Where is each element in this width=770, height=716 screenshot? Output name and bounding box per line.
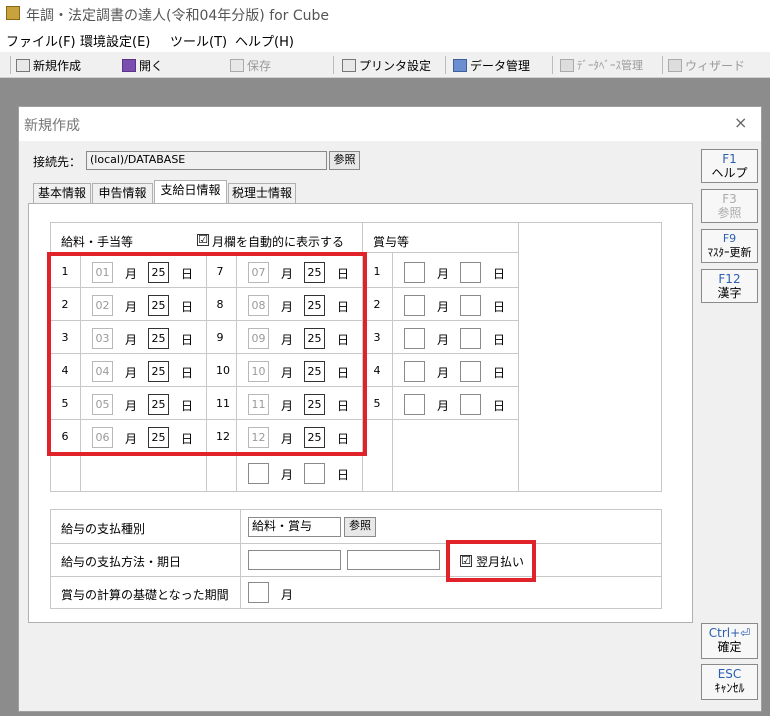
bonus-period-label: 賞与の計算の基礎となった期間 [61, 588, 229, 602]
window-title: 年調・法定調書の達人(令和04年分版) for Cube [26, 8, 330, 24]
month-unit: 月 [281, 588, 294, 602]
connection-field[interactable]: (local)/DATABASE [86, 151, 327, 170]
pay-type-label: 給与の支払種別 [61, 522, 146, 536]
new-button[interactable]: 新規作成 [16, 57, 81, 74]
day-unit: 日 [493, 267, 506, 281]
toolbar-separator [662, 56, 663, 74]
month-unit: 月 [437, 300, 450, 314]
row-number: 1 [373, 265, 381, 278]
tab-declaration[interactable]: 申告情報 [92, 183, 153, 203]
data-management-button[interactable]: データ管理 [453, 57, 530, 74]
month-unit: 月 [437, 267, 450, 281]
ref-f3-button[interactable]: F3 参照 [701, 189, 758, 223]
toolbar-separator [445, 56, 446, 74]
bonus-day-field[interactable] [460, 361, 481, 382]
bonus-period-month-field[interactable] [248, 582, 269, 603]
save-button[interactable]: 保存 [230, 57, 271, 74]
save-icon [230, 59, 244, 72]
pay-date-field[interactable] [347, 550, 440, 570]
menu-tools[interactable]: ツール(T) [170, 31, 227, 50]
wizard-button[interactable]: ウィザード [668, 57, 745, 74]
day-unit: 日 [493, 333, 506, 347]
bonus-header: 賞与等 [373, 235, 410, 249]
printer-settings-button[interactable]: プリンタ設定 [342, 57, 431, 74]
bonus-day-field[interactable] [460, 328, 481, 349]
bonus-month-field[interactable] [404, 262, 425, 283]
row-number: 3 [373, 331, 381, 344]
wizard-icon [668, 59, 682, 72]
toolbar-separator [10, 56, 11, 74]
bonus-day-field[interactable] [460, 262, 481, 283]
new-file-icon [16, 59, 30, 72]
auto-display-label: 月欄を自動的に表示する [212, 235, 345, 249]
pay-type-field[interactable]: 給料・賞与 [248, 517, 341, 537]
grid-line [50, 608, 662, 609]
extra-month-field[interactable] [248, 463, 269, 484]
grid-line [50, 509, 51, 609]
grid-line [518, 222, 519, 492]
highlight-box [446, 540, 536, 582]
bonus-day-field[interactable] [460, 394, 481, 415]
grid-line [50, 509, 662, 510]
month-unit: 月 [281, 468, 294, 482]
bonus-month-field[interactable] [404, 295, 425, 316]
dialog-title: 新規作成 [24, 118, 80, 134]
printer-icon [342, 59, 356, 72]
extra-day-field[interactable] [304, 463, 325, 484]
database-icon [560, 58, 574, 72]
month-unit: 月 [437, 399, 450, 413]
pay-method-label: 給与の支払方法・期日 [61, 555, 182, 569]
grid-line [661, 509, 662, 609]
grid-line [240, 509, 241, 609]
master-update-f9-button[interactable]: F9 ﾏｽﾀｰ更新 [701, 229, 758, 263]
bonus-month-field[interactable] [404, 328, 425, 349]
bonus-month-field[interactable] [404, 394, 425, 415]
highlight-box [47, 252, 367, 456]
database-management-button[interactable]: ﾃﾞｰﾀﾍﾞｰｽ管理 [560, 57, 643, 73]
pay-method-field[interactable] [248, 550, 341, 570]
dialog-title-bar [19, 107, 761, 141]
row-number: 2 [373, 298, 381, 311]
grid-line [392, 252, 393, 492]
connection-label: 接続先： [33, 155, 82, 169]
kanji-f12-button[interactable]: F12 漢字 [701, 269, 758, 303]
toolbar-separator [552, 56, 553, 74]
day-unit: 日 [493, 300, 506, 314]
auto-display-checkbox[interactable]: ☑ [197, 234, 209, 246]
grid-line [50, 222, 662, 223]
pay-type-ref-button[interactable]: 参照 [344, 517, 376, 537]
bonus-month-field[interactable] [404, 361, 425, 382]
salary-header: 給料・手当等 [61, 235, 134, 249]
day-unit: 日 [337, 468, 350, 482]
row-number: 5 [373, 397, 381, 410]
folder-icon [122, 59, 136, 72]
app-icon [6, 6, 20, 20]
grid-line [661, 222, 662, 492]
cancel-esc-button[interactable]: ESC ｷｬﾝｾﾙ [701, 664, 758, 700]
tab-payment-date[interactable]: 支給日情報 [154, 180, 227, 204]
open-button[interactable]: 開く [122, 57, 163, 74]
help-f1-button[interactable]: F1 ヘルプ [701, 149, 758, 183]
tab-tax-accountant[interactable]: 税理士情報 [228, 183, 296, 203]
bonus-day-field[interactable] [460, 295, 481, 316]
menu-settings[interactable]: 環境設定(E) [80, 31, 150, 50]
confirm-ctrl-enter-button[interactable]: Ctrl+⏎ 確定 [701, 623, 758, 659]
connection-ref-button[interactable]: 参照 [329, 151, 360, 170]
grid-line [50, 543, 662, 544]
row-number: 4 [373, 364, 381, 377]
month-unit: 月 [437, 333, 450, 347]
tab-basic[interactable]: 基本情報 [33, 183, 91, 203]
day-unit: 日 [493, 366, 506, 380]
toolbar-separator [333, 56, 334, 74]
database-icon [453, 59, 467, 72]
close-icon[interactable]: × [734, 113, 747, 132]
menu-help[interactable]: ヘルプ(H) [235, 31, 294, 50]
grid-line [50, 576, 662, 577]
menu-file[interactable]: ファイル(F) [6, 31, 76, 50]
grid-line [50, 491, 662, 492]
day-unit: 日 [493, 399, 506, 413]
month-unit: 月 [437, 366, 450, 380]
